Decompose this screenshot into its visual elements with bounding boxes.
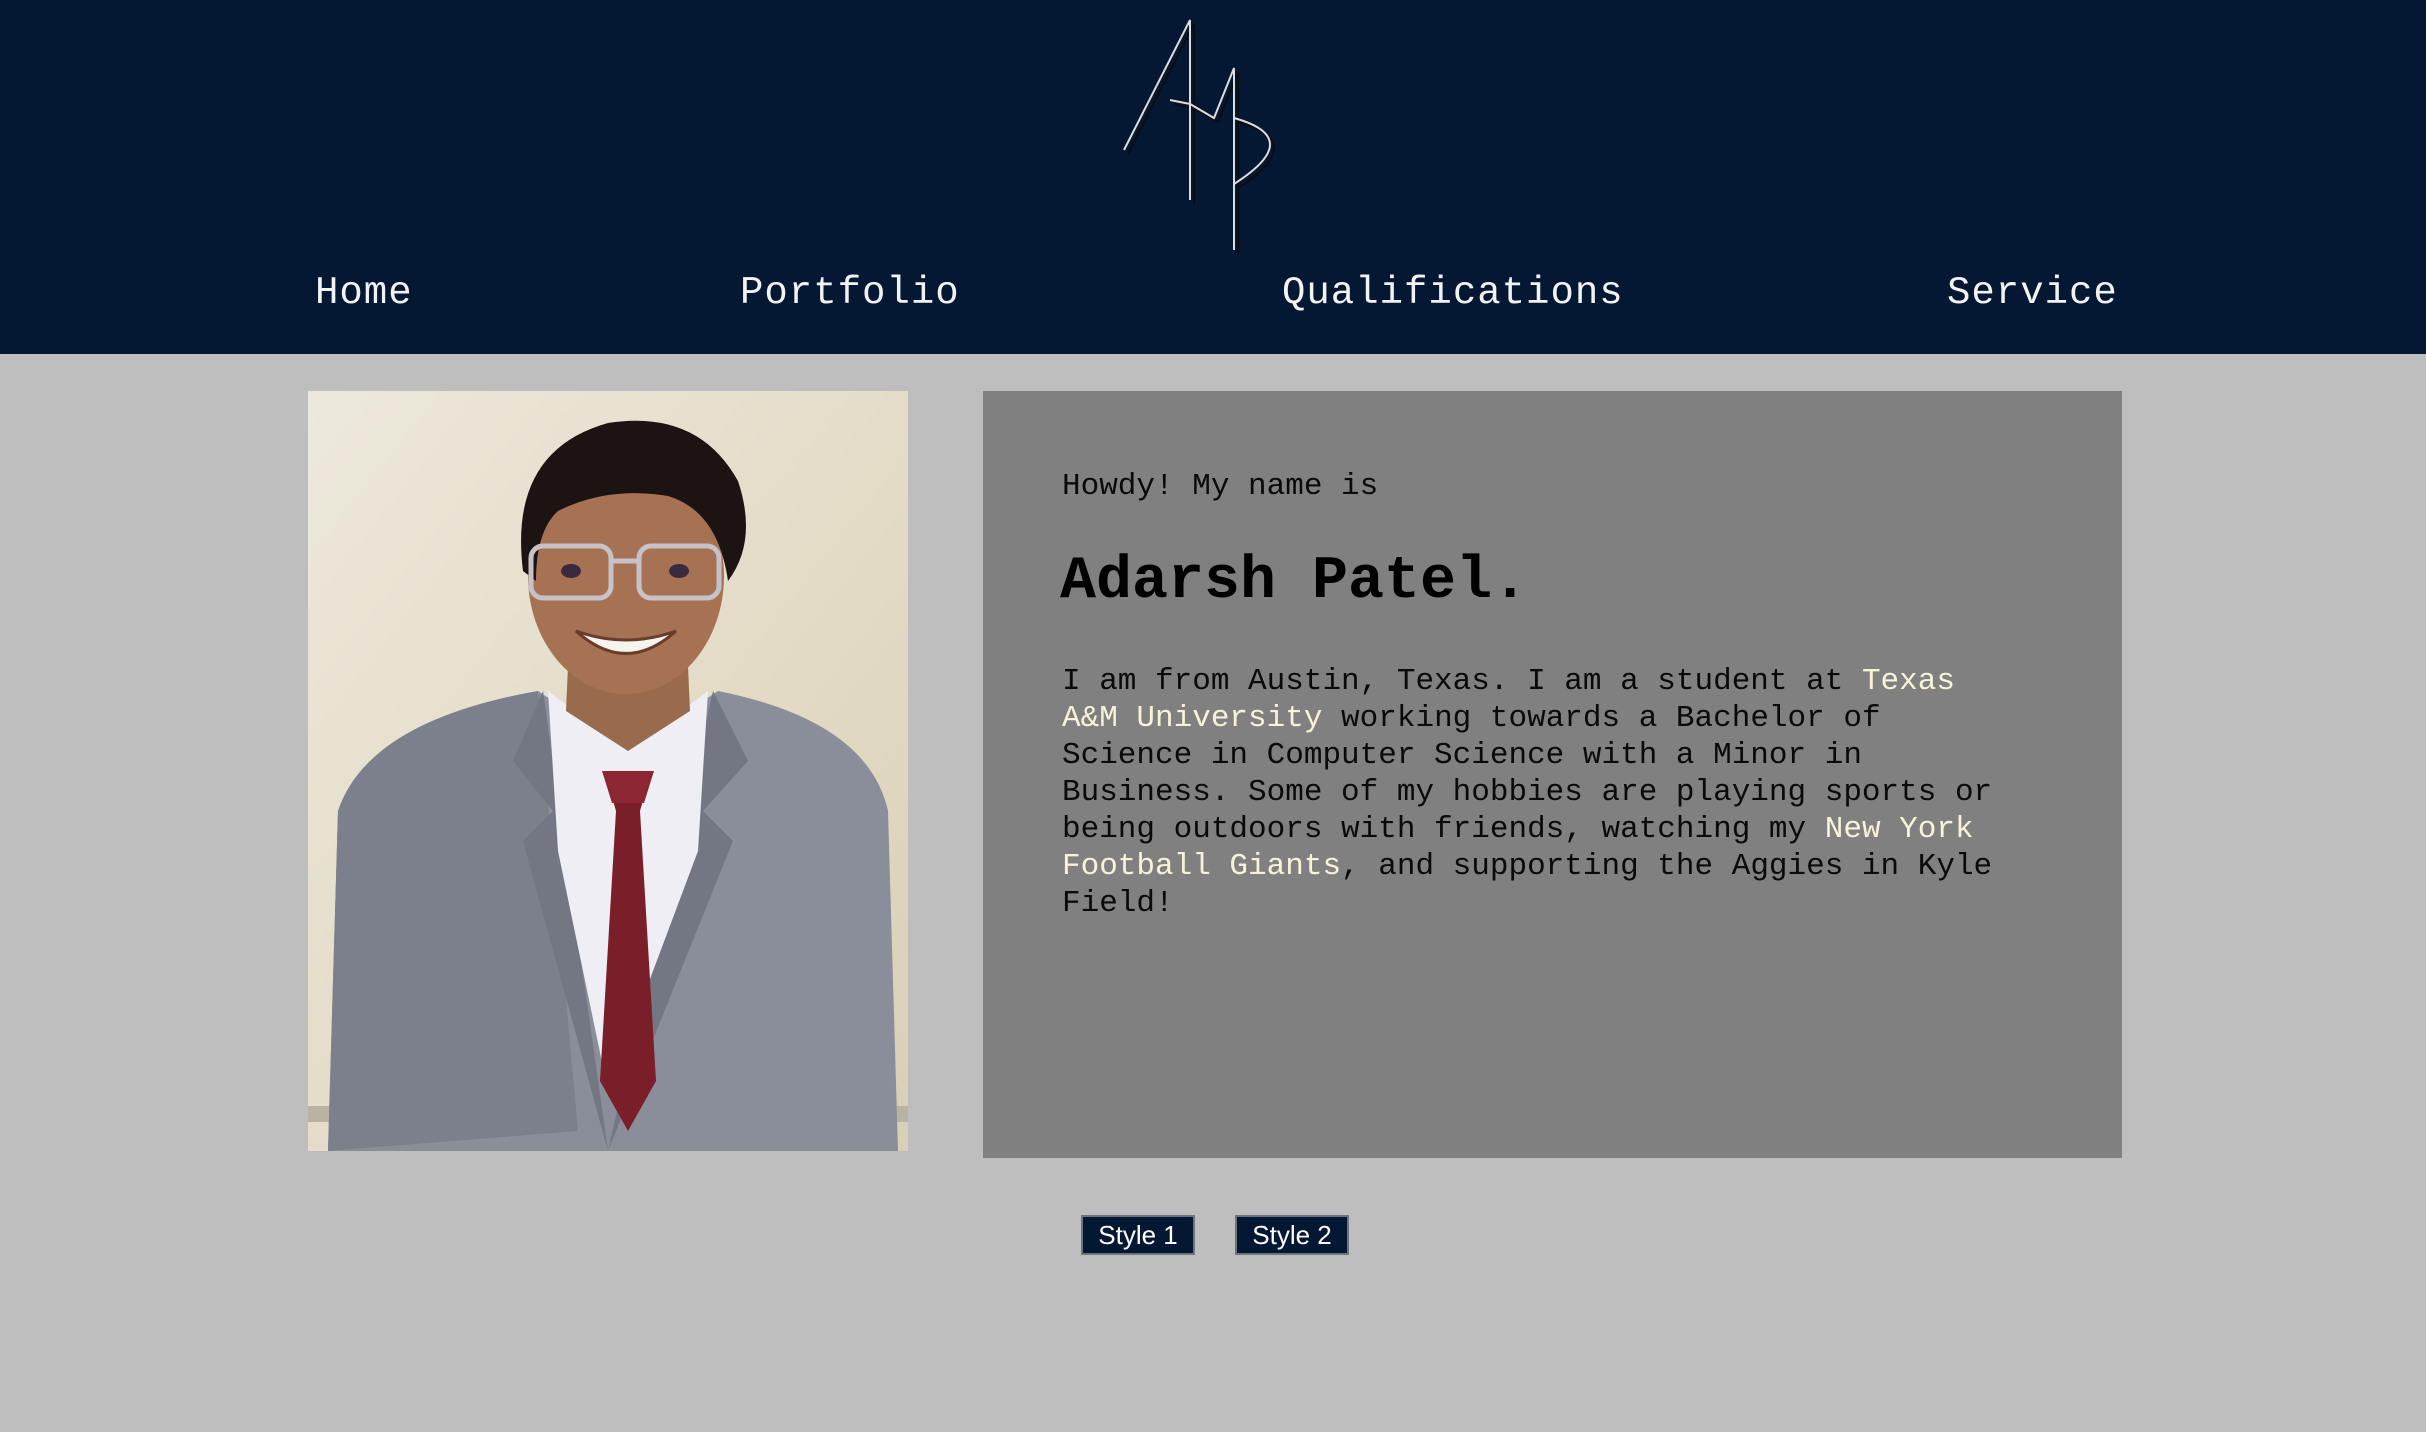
ny-giants-link[interactable]: New York [1825, 812, 1974, 847]
amp-logo[interactable] [1110, 14, 1310, 254]
bio-line-3: Science in Computer Science with a Minor… [1062, 738, 1862, 773]
site-header: Home Portfolio Qualifications Service [0, 0, 2426, 354]
portrait-photo-icon [308, 391, 908, 1151]
bio-text: being outdoors with friends, watching my [1062, 812, 1825, 847]
profile-name: Adarsh Patel. [1060, 548, 1529, 616]
bio-line-1: I am from Austin, Texas. I am a student … [1062, 663, 2052, 700]
greeting-text: Howdy! My name is [1062, 469, 1379, 504]
ny-giants-link-continued[interactable]: Football Giants [1062, 849, 1341, 884]
nav-service[interactable]: Service [1947, 268, 2118, 318]
profile-photo [308, 391, 908, 1151]
nav-qualifications[interactable]: Qualifications [1282, 268, 1624, 318]
texas-am-link-continued[interactable]: A&M University [1062, 701, 1322, 736]
bio-line-4: Business. Some of my hobbies are playing… [1062, 775, 1993, 810]
bio-line-2: A&M University working towards a Bachelo… [1062, 700, 2052, 737]
bio-line-6: Football Giants, and supporting the Aggi… [1062, 848, 2052, 885]
bio-paragraph: I am from Austin, Texas. I am a student … [1062, 663, 2052, 922]
bio-text: I am from Austin, Texas. I am a student … [1062, 664, 1862, 699]
bio-line-7: Field! [1062, 886, 1174, 921]
style-1-button[interactable]: Style 1 [1081, 1215, 1195, 1255]
nav-home[interactable]: Home [315, 268, 413, 318]
bio-line-5: being outdoors with friends, watching my… [1062, 811, 2052, 848]
style-2-button[interactable]: Style 2 [1235, 1215, 1349, 1255]
bio-text: , and supporting the Aggies in Kyle [1341, 849, 1993, 884]
nav-portfolio[interactable]: Portfolio [740, 268, 960, 318]
bio-text: working towards a Bachelor of [1322, 701, 1881, 736]
texas-am-link[interactable]: Texas [1862, 664, 1955, 699]
bio-card: Howdy! My name is Adarsh Patel. I am fro… [983, 391, 2122, 1158]
